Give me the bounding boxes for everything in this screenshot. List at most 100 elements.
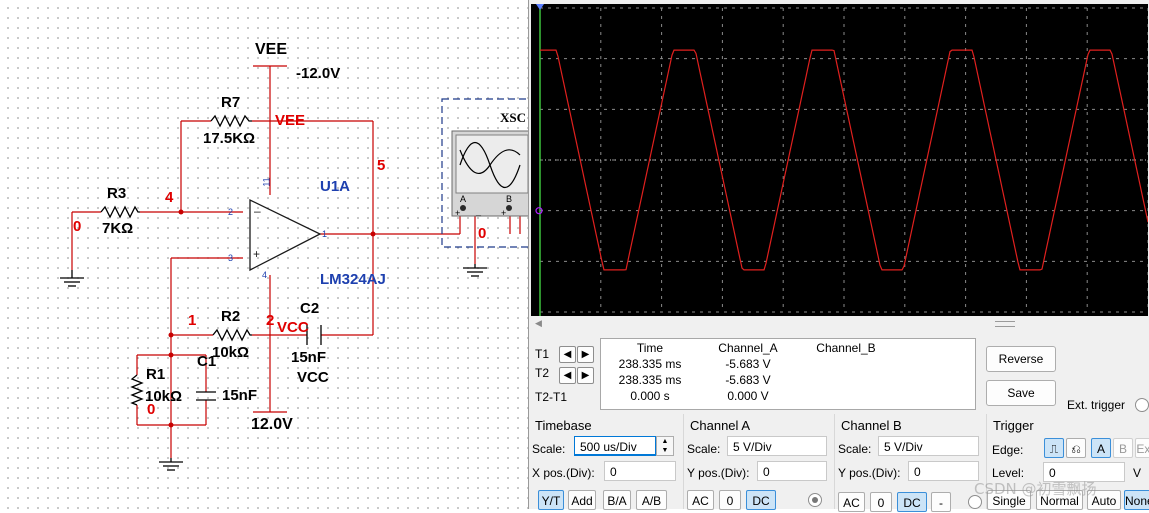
channel-a-zero-button[interactable]: 0 (719, 490, 741, 510)
channel-b-scale-label: Scale: (838, 442, 872, 456)
r2-ref-label: R2 (221, 308, 241, 325)
t2-t1-label: T2-T1 (535, 390, 568, 404)
c2-value-label: 15nF (291, 349, 327, 366)
opamp-ref-label: U1A (320, 178, 351, 195)
r3-ref-label: R3 (107, 185, 127, 202)
ext-trigger-label: Ext. trigger (1067, 398, 1126, 412)
scope-b-label: B (506, 194, 513, 204)
timebase-xpos-input[interactable]: 0 (604, 461, 676, 481)
vee-pin-label: VEE (275, 112, 306, 129)
channel-a-ypos-input[interactable]: 0 (757, 461, 827, 481)
channel-a-column: Channel_A -5.683 V -5.683 V 0.000 V (703, 340, 793, 404)
scope-waveform-plot (535, 4, 1148, 316)
scope-display[interactable] (531, 4, 1148, 316)
pin-2-label: 2 (228, 207, 234, 217)
trigger-level-unit: V (1133, 466, 1142, 480)
node-2-label: 2 (266, 312, 275, 329)
channel-b-scale-input[interactable]: 5 V/Div (878, 436, 979, 456)
trigger-source-a-button[interactable]: A (1091, 438, 1111, 458)
reverse-button[interactable]: Reverse (986, 346, 1056, 372)
save-button[interactable]: Save (986, 380, 1056, 406)
t1-left-arrow-icon[interactable]: ◀ (559, 346, 576, 363)
trigger-title: Trigger (993, 418, 1034, 433)
t2-left-arrow-icon[interactable]: ◀ (559, 367, 576, 384)
opamp-minus-symbol: – (254, 204, 261, 218)
c1-ref-label: C1 (197, 353, 217, 370)
falling-edge-icon[interactable]: ⎌ (1066, 438, 1086, 458)
horizontal-scrollbar[interactable]: ◀ (529, 318, 1149, 330)
scope-ref-label: XSC (500, 110, 527, 125)
node-0-bottom-label: 0 (147, 401, 156, 418)
opamp-part-label: LM324AJ (320, 271, 386, 288)
ext-trigger-terminal-icon[interactable] (1135, 398, 1149, 412)
timebase-scale-input[interactable]: 500 us/Div (574, 436, 656, 456)
channel-a-title: Channel A (690, 418, 750, 433)
c1-value-label: 15nF (222, 387, 258, 404)
cursor-readout-panel: T1 ◀ ▶ T2 ◀ ▶ T2-T1 Time 238.335 ms 238.… (529, 336, 989, 412)
scope-a-label: A (460, 194, 467, 204)
channel-a-group: Channel A Scale: 5 V/Div Y pos.(Div): 0 … (684, 414, 835, 510)
scope-a-minus: _ (476, 206, 482, 216)
r3-value-label: 7KΩ (102, 220, 134, 237)
t2-label: T2 (535, 366, 550, 380)
channel-b-ac-button[interactable]: AC (838, 492, 865, 512)
channel-a-ac-button[interactable]: AC (687, 490, 714, 510)
t2-right-arrow-icon[interactable]: ▶ (577, 367, 594, 384)
node-0-out-label: 0 (478, 225, 487, 242)
trigger-source-ext-button[interactable]: Ext (1135, 438, 1149, 458)
r7-value-label: 17.5KΩ (203, 130, 256, 147)
channel-b-title: Channel B (841, 418, 902, 433)
schematic-canvas[interactable]: VEE -12.0V R7 17.5KΩ VEE 5 R3 7KΩ 4 0 11… (0, 0, 528, 509)
channel-a-terminal-icon[interactable] (808, 493, 822, 507)
scope-a-plus: + (455, 208, 461, 218)
channel-a-scale-input[interactable]: 5 V/Div (727, 436, 827, 456)
trigger-source-b-button[interactable]: B (1113, 438, 1133, 458)
channel-b-ypos-input[interactable]: 0 (908, 461, 979, 481)
trigger-none-button[interactable]: None (1124, 490, 1149, 510)
timebase-xpos-label: X pos.(Div): (532, 466, 595, 480)
c2-ref-label: C2 (300, 300, 320, 317)
pin-11-label: 11 (261, 177, 272, 187)
time-t1: 238.335 ms (618, 357, 682, 371)
timebase-spin-icon[interactable]: ▲ ▼ (656, 436, 674, 456)
timebase-title: Timebase (535, 418, 592, 433)
pin-4-label: 4 (262, 270, 268, 280)
scroll-left-icon[interactable]: ◀ (535, 318, 542, 329)
scroll-grip-icon[interactable] (995, 321, 1015, 327)
trigger-marker-icon (536, 4, 544, 10)
mode-add-button[interactable]: Add (568, 490, 596, 510)
pin-3-label: 3 (228, 253, 234, 263)
mode-yt-button[interactable]: Y/T (538, 490, 564, 510)
t1-right-arrow-icon[interactable]: ▶ (577, 346, 594, 363)
r2-value-label: 10kΩ (212, 344, 250, 361)
channel-b-column: Channel_B (801, 340, 891, 356)
channel-b-minus-button[interactable]: - (931, 492, 951, 512)
channel-b-header: Channel_B (816, 341, 876, 355)
channel-a-delta: 0.000 V (727, 389, 769, 403)
rising-edge-icon[interactable]: ⎍ (1044, 438, 1064, 458)
time-column: Time 238.335 ms 238.335 ms 0.000 s (605, 340, 695, 404)
vcc-value-label: 12.0V (251, 416, 293, 433)
watermark-text: CSDN @初雪飘扬 (974, 480, 1097, 498)
time-header: Time (636, 341, 664, 355)
node-4-label: 4 (165, 189, 174, 206)
node-1-label: 1 (188, 312, 197, 329)
time-delta: 0.000 s (630, 389, 670, 403)
vcc-pin-label: VCC (277, 319, 309, 336)
channel-a-ypos-label: Y pos.(Div): (687, 466, 750, 480)
channel-a-header: Channel_A (718, 341, 778, 355)
mode-ab-button[interactable]: A/B (636, 490, 667, 510)
channel-a-dc-button[interactable]: DC (746, 490, 776, 510)
vee-value-label: -12.0V (296, 65, 341, 82)
timebase-group: Timebase Scale: 500 us/Div ▲ ▼ X pos.(Div… (529, 414, 684, 510)
channel-b-dc-button[interactable]: DC (897, 492, 927, 512)
t1-label: T1 (535, 347, 550, 361)
vcc-net-label: VCC (297, 369, 329, 386)
mode-ba-button[interactable]: B/A (603, 490, 631, 510)
timebase-scale-label: Scale: (532, 442, 566, 456)
oscilloscope-window: ◀ T1 ◀ ▶ T2 ◀ ▶ T2-T1 Time 238.335 ms 23… (528, 0, 1149, 512)
channel-b-zero-button[interactable]: 0 (870, 492, 892, 512)
channel-a-t1: -5.683 V (725, 357, 771, 371)
channel-a-t2: -5.683 V (725, 373, 771, 387)
scope-b-plus: + (501, 208, 507, 218)
